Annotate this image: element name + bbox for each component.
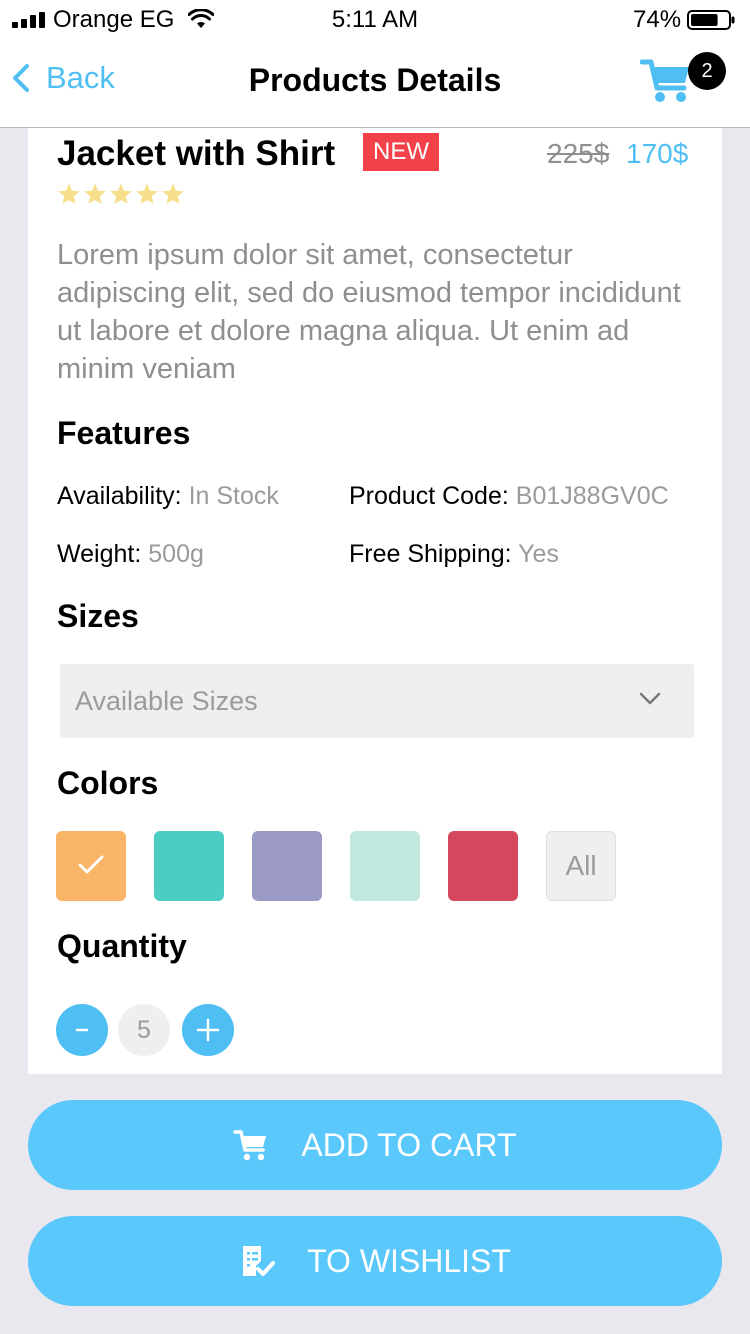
features-heading: Features (57, 415, 191, 451)
product-card: Jacket with Shirt NEW 225$ 170$ Lorem ip… (28, 128, 722, 1074)
cart-button[interactable]: 2 (639, 52, 726, 108)
color-swatch-4[interactable] (350, 831, 420, 901)
feature-weight: Weight: 500g (57, 540, 204, 569)
navigation-bar: Back Products Details 2 (0, 40, 750, 128)
product-code-value: B01J88GV0C (515, 482, 669, 510)
weight-label: Weight: (57, 540, 142, 568)
cart-count-badge: 2 (688, 52, 726, 90)
page-title: Products Details (248, 62, 502, 98)
chevron-down-icon (639, 692, 661, 705)
color-swatch-5[interactable] (448, 831, 518, 901)
star-icon (58, 183, 80, 204)
colors-heading: Colors (57, 765, 159, 801)
sizes-heading: Sizes (57, 598, 139, 634)
add-to-cart-button[interactable]: ADD TO CART (28, 1100, 722, 1190)
to-wishlist-button[interactable]: TO WISHLIST (28, 1216, 722, 1306)
product-code-label: Product Code: (349, 482, 509, 510)
quantity-heading: Quantity (57, 928, 187, 964)
battery-percentage: 74% (633, 6, 682, 33)
shopping-cart-icon (639, 59, 689, 102)
quantity-value: 5 (118, 1004, 170, 1056)
quantity-increment-button[interactable] (182, 1004, 234, 1056)
availability-label: Availability: (57, 482, 182, 510)
old-price: 225$ (547, 138, 610, 169)
product-description: Lorem ipsum dolor sit amet, consectetur … (57, 239, 681, 385)
star-rating (57, 182, 185, 206)
feature-availability: Availability: In Stock (57, 482, 279, 511)
quantity-decrement-button[interactable] (56, 1004, 108, 1056)
size-select-placeholder: Available Sizes (75, 685, 258, 716)
weight-value: 500g (148, 540, 204, 568)
plus-icon (196, 1018, 220, 1042)
star-icon (110, 183, 132, 204)
availability-value: In Stock (188, 482, 279, 510)
product-name: Jacket with Shirt (57, 134, 336, 173)
shipping-label: Free Shipping: (349, 540, 512, 568)
size-select[interactable]: Available Sizes (60, 664, 694, 738)
checkmark-icon (78, 855, 104, 874)
to-wishlist-label: TO WISHLIST (307, 1242, 511, 1279)
cart-icon (233, 1130, 267, 1161)
feature-free-shipping: Free Shipping: Yes (349, 540, 559, 569)
star-icon (162, 183, 184, 204)
color-swatch-2[interactable] (154, 831, 224, 901)
shipping-value: Yes (518, 540, 559, 568)
new-badge: NEW (363, 133, 439, 171)
minus-icon (75, 1028, 89, 1032)
checklist-icon (243, 1246, 276, 1276)
star-icon (84, 183, 106, 204)
color-swatch-3[interactable] (252, 831, 322, 901)
battery-icon (687, 10, 735, 30)
current-price: 170$ (626, 138, 689, 169)
color-swatch-all[interactable]: All (546, 831, 616, 901)
add-to-cart-label: ADD TO CART (301, 1126, 517, 1163)
feature-product-code: Product Code: B01J88GV0C (349, 482, 669, 511)
status-bar: Orange EG 5:11 AM 74% (0, 0, 750, 40)
color-swatch-1[interactable] (56, 831, 126, 901)
star-icon (136, 183, 158, 204)
